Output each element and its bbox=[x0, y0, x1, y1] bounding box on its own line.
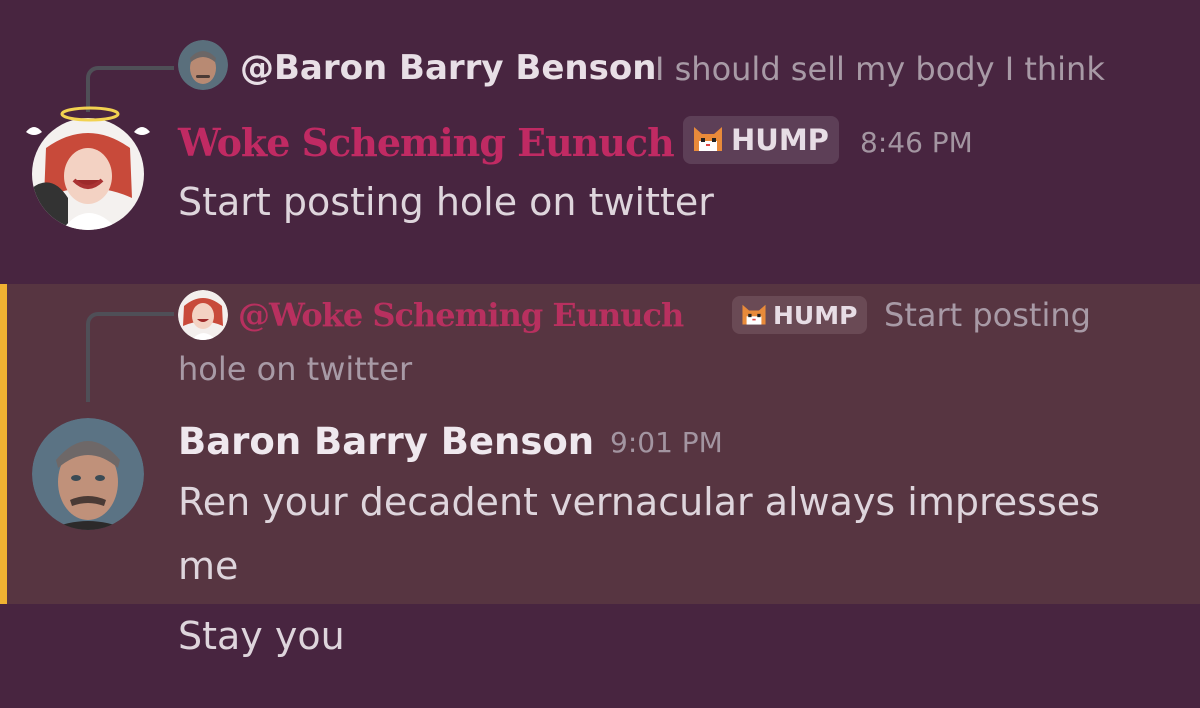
cat-icon bbox=[694, 127, 722, 151]
timestamp: 8:46 PM bbox=[860, 126, 973, 159]
reply-connector bbox=[86, 66, 174, 112]
message-text: Start posting hole on twitter bbox=[178, 180, 714, 224]
message-text-line-2: me bbox=[178, 544, 239, 588]
avatar-baron[interactable] bbox=[32, 418, 144, 530]
reply-connector bbox=[86, 312, 174, 402]
reply-preview-text-wrap[interactable]: hole on twitter bbox=[178, 350, 412, 388]
reply-mention[interactable]: @Woke Scheming Eunuch bbox=[238, 296, 684, 334]
reply-mention[interactable]: @Baron Barry Benson bbox=[240, 48, 656, 88]
reply-preview-text[interactable]: Start posting bbox=[884, 296, 1091, 334]
message-2[interactable]: @Woke Scheming Eunuch HUMP Start posting… bbox=[0, 284, 1200, 604]
role-tag-label: HUMP bbox=[731, 123, 829, 157]
author-name[interactable]: Woke Scheming Eunuch bbox=[178, 120, 675, 165]
avatar-woke[interactable] bbox=[26, 106, 150, 230]
reply-avatar-woke[interactable] bbox=[178, 290, 228, 340]
reply-preview-text[interactable]: I should sell my body I think bbox=[655, 50, 1105, 88]
timestamp: 9:01 PM bbox=[610, 426, 723, 459]
message-text-line-1: Ren your decadent vernacular always impr… bbox=[178, 480, 1100, 524]
author-name[interactable]: Baron Barry Benson bbox=[178, 420, 594, 463]
role-tag[interactable]: HUMP bbox=[732, 296, 868, 334]
role-tag[interactable]: HUMP bbox=[683, 116, 839, 164]
mention-highlight-bar bbox=[0, 284, 7, 604]
message-3[interactable]: Stay you bbox=[0, 604, 1200, 708]
reply-avatar-baron[interactable] bbox=[178, 40, 228, 90]
role-tag-label: HUMP bbox=[773, 300, 858, 330]
message-1[interactable]: @Baron Barry Benson I should sell my bod… bbox=[0, 0, 1200, 284]
cat-icon bbox=[742, 304, 766, 325]
message-text: Stay you bbox=[178, 614, 345, 658]
